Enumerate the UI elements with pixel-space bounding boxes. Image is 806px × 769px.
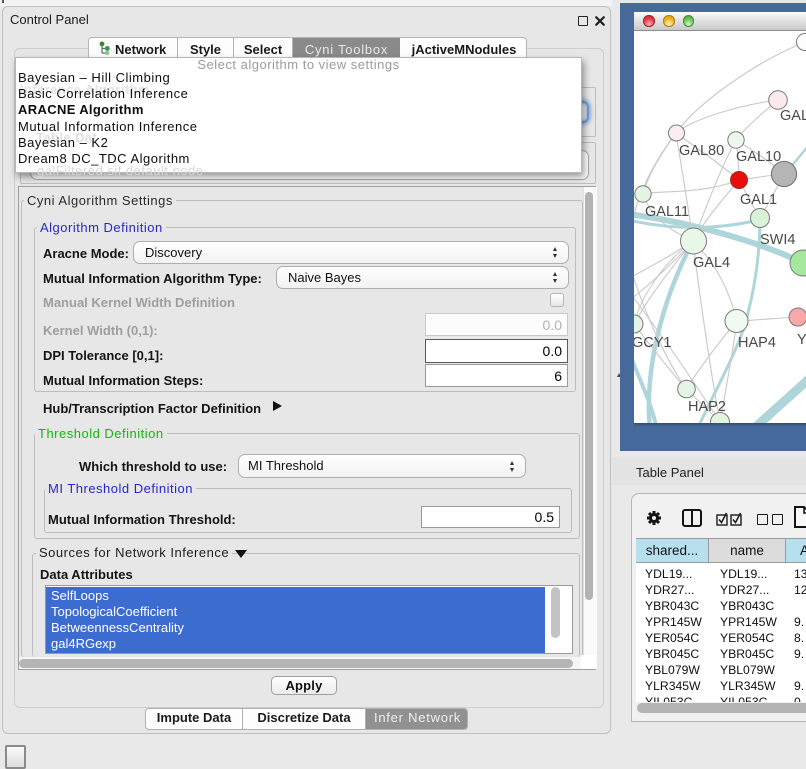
- svg-text:GAL10: GAL10: [736, 149, 781, 165]
- svg-text:Y: Y: [797, 332, 806, 348]
- svg-text:HAP4: HAP4: [738, 335, 776, 351]
- svg-text:GAL80: GAL80: [679, 143, 724, 159]
- svg-text:GAL4: GAL4: [693, 255, 730, 271]
- svg-text:GCY1: GCY1: [634, 335, 672, 351]
- svg-text:SWI4: SWI4: [760, 232, 795, 248]
- svg-text:HAP2: HAP2: [688, 399, 726, 415]
- svg-text:GAL: GAL: [780, 108, 806, 124]
- svg-text:GAL1: GAL1: [740, 192, 777, 208]
- svg-text:GAL11: GAL11: [645, 204, 689, 220]
